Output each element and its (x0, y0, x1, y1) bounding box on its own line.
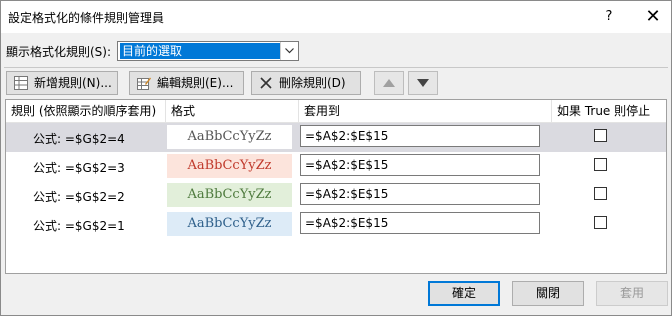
applies-to-field[interactable]: =$A$2:$E$15 (300, 154, 540, 176)
applies-to-value: =$A$2:$E$15 (305, 158, 389, 172)
rule-formula: 公式: =$G$2=4 (33, 132, 125, 146)
rule-formula: 公式: =$G$2=3 (33, 161, 125, 175)
applies-to-value: =$A$2:$E$15 (305, 129, 389, 143)
applies-to-value: =$A$2:$E$15 (305, 216, 389, 230)
header-stop-if-true: 如果 True 則停止 (557, 104, 651, 118)
title-bar: 設定格式化的條件規則管理員 ? ✕ (1, 1, 671, 33)
applies-to-field[interactable]: =$A$2:$E$15 (300, 212, 540, 234)
dialog-title: 設定格式化的條件規則管理員 (8, 11, 165, 25)
rules-table: 規則 (依照顯示的順序套用) 格式 套用到 如果 True 則停止 公式: =$… (5, 99, 667, 274)
applies-to-field[interactable]: =$A$2:$E$15 (300, 183, 540, 205)
table-row[interactable]: 公式: =$G$2=2 AaBbCcYyZz =$A$2:$E$15 (6, 181, 666, 210)
delete-icon (260, 77, 272, 89)
format-preview: AaBbCcYyZz (167, 125, 292, 149)
stop-if-true-checkbox[interactable] (594, 216, 607, 229)
move-up-button[interactable] (374, 71, 404, 95)
edit-rule-button[interactable]: 編輯規則(E)... (129, 71, 244, 95)
header-applies-to: 套用到 (299, 100, 552, 122)
new-rule-button[interactable]: 新增規則(N)... (6, 71, 118, 95)
arrow-down-icon (417, 79, 429, 87)
delete-rule-label: 刪除規則(D) (279, 76, 346, 90)
conditional-format-dialog: 設定格式化的條件規則管理員 ? ✕ 顯示格式化規則(S): 目前的選取 新增規則… (0, 0, 672, 316)
stop-if-true-checkbox[interactable] (594, 129, 607, 142)
show-rules-selected: 目前的選取 (120, 43, 280, 59)
rule-formula: 公式: =$G$2=1 (33, 219, 125, 233)
new-rule-label: 新增規則(N)... (34, 76, 112, 90)
close-button[interactable]: 關閉 (512, 281, 584, 306)
table-row[interactable]: 公式: =$G$2=4 AaBbCcYyZz =$A$2:$E$15 (6, 123, 666, 152)
delete-rule-button[interactable]: 刪除規則(D) (251, 71, 361, 95)
ok-button[interactable]: 確定 (428, 281, 500, 306)
applies-to-field[interactable]: =$A$2:$E$15 (300, 125, 540, 147)
rule-formula: 公式: =$G$2=2 (33, 190, 125, 204)
chevron-down-icon[interactable] (280, 42, 298, 60)
table-row[interactable]: 公式: =$G$2=1 AaBbCcYyZz =$A$2:$E$15 (6, 210, 666, 239)
show-rules-label: 顯示格式化規則(S): (6, 45, 112, 59)
close-icon[interactable]: ✕ (643, 7, 663, 27)
header-format: 格式 (166, 100, 299, 122)
format-preview: AaBbCcYyZz (167, 212, 292, 236)
format-preview: AaBbCcYyZz (167, 154, 292, 178)
apply-button[interactable]: 套用 (596, 281, 668, 306)
move-down-button[interactable] (408, 71, 438, 95)
edit-rule-icon (137, 77, 151, 90)
stop-if-true-checkbox[interactable] (594, 187, 607, 200)
help-button[interactable]: ? (599, 7, 619, 27)
new-rule-icon (14, 76, 28, 90)
applies-to-value: =$A$2:$E$15 (305, 187, 389, 201)
stop-if-true-checkbox[interactable] (594, 158, 607, 171)
toolbar-divider (4, 67, 668, 68)
arrow-up-icon (383, 79, 395, 87)
show-rules-dropdown[interactable]: 目前的選取 (117, 41, 299, 61)
header-rule: 規則 (依照顯示的順序套用) (6, 100, 166, 122)
table-row[interactable]: 公式: =$G$2=3 AaBbCcYyZz =$A$2:$E$15 (6, 152, 666, 181)
edit-rule-label: 編輯規則(E)... (157, 76, 234, 90)
format-preview: AaBbCcYyZz (167, 183, 292, 207)
